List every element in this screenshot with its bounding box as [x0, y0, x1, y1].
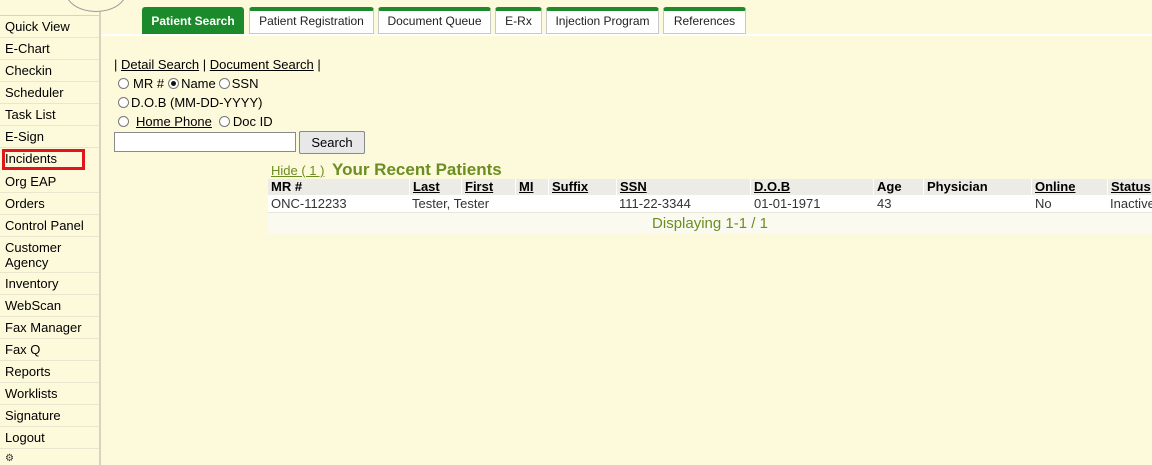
sidebar-item-orders[interactable]: Orders — [0, 193, 99, 215]
table-row[interactable]: ONC-112233 Tester, Tester 111-22-3344 01… — [268, 195, 1152, 212]
col-mr[interactable]: MR # — [268, 179, 409, 195]
radio-row-3: Home Phone Doc ID — [114, 112, 321, 131]
sidebar-item-e-sign[interactable]: E-Sign — [0, 126, 99, 148]
tab-bar-underline — [101, 34, 1152, 36]
recent-patients-header: Hide ( 1 ) Your Recent Patients — [268, 160, 1152, 179]
radio-home-phone[interactable] — [118, 116, 129, 127]
sidebar-item-customer-agency[interactable]: Customer Agency — [0, 237, 99, 273]
sidebar-item-fax-manager[interactable]: Fax Manager — [0, 317, 99, 339]
search-button[interactable]: Search — [299, 131, 365, 154]
cell-online: No — [1035, 196, 1052, 211]
col-suffix[interactable]: Suffix — [548, 179, 616, 195]
sidebar-item-signature[interactable]: Signature — [0, 405, 99, 427]
sidebar: Quick View E-Chart Checkin Scheduler Tas… — [0, 0, 127, 465]
gear-icon[interactable]: ⚙ — [5, 454, 14, 464]
radio-home-phone-label[interactable]: Home Phone — [136, 112, 212, 131]
col-age: Age — [873, 179, 923, 195]
sidebar-corner — [0, 0, 127, 16]
radio-mr[interactable] — [118, 78, 129, 89]
tab-patient-search[interactable]: Patient Search — [142, 7, 244, 34]
radio-row-1: MR # Name SSN — [114, 74, 321, 93]
sidebar-item-webscan[interactable]: WebScan — [0, 295, 99, 317]
corner-decoration — [65, 0, 127, 12]
hide-recent-link[interactable]: Hide ( 1 ) — [271, 163, 324, 178]
radio-doc-id[interactable] — [218, 116, 230, 127]
search-input[interactable] — [114, 132, 296, 152]
search-form: | Detail Search | Document Search | MR #… — [114, 56, 321, 131]
col-physician: Physician — [923, 179, 1031, 195]
sidebar-item-org-eap[interactable]: Org EAP — [0, 171, 99, 193]
separator: | — [317, 57, 321, 72]
radio-dob-label: D.O.B (MM-DD-YYYY) — [131, 95, 263, 110]
col-first[interactable]: First — [461, 179, 515, 195]
radio-doc-id-label: Doc ID — [232, 114, 273, 129]
radio-ssn[interactable] — [218, 78, 230, 89]
radio-dob[interactable] — [118, 97, 129, 108]
col-online[interactable]: Online — [1031, 179, 1107, 195]
recent-patients-table: MR # Last First MI Suffix SSN D.O.B Age … — [268, 179, 1152, 234]
cell-age: 43 — [877, 196, 892, 211]
sidebar-item-inventory[interactable]: Inventory — [0, 273, 99, 295]
cell-dob: 01-01-1971 — [754, 196, 821, 211]
col-dob[interactable]: D.O.B — [750, 179, 873, 195]
table-footer: Displaying 1-1 / 1 — [268, 212, 1152, 234]
document-search-link[interactable]: Document Search — [210, 57, 314, 72]
radio-row-2: D.O.B (MM-DD-YYYY) — [114, 93, 321, 112]
radio-name-label: Name — [181, 76, 216, 91]
cell-name: Tester, Tester — [412, 196, 490, 211]
sidebar-item-e-chart[interactable]: E-Chart — [0, 38, 99, 60]
separator: | — [202, 57, 207, 72]
recent-patients-panel: Hide ( 1 ) Your Recent Patients MR # Las… — [268, 160, 1152, 234]
col-status[interactable]: Status — [1107, 179, 1152, 195]
sidebar-item-incidents[interactable]: Incidents — [2, 149, 85, 170]
cell-ssn: 111-22-3344 — [619, 196, 691, 211]
separator: | — [114, 57, 118, 72]
radio-mr-label: MR # — [133, 76, 165, 91]
recent-patients-title: Your Recent Patients — [332, 160, 502, 179]
search-links: | Detail Search | Document Search | — [114, 56, 321, 74]
tab-references[interactable]: References — [663, 7, 746, 34]
sidebar-item-checkin[interactable]: Checkin — [0, 60, 99, 82]
sidebar-item-quick-view[interactable]: Quick View — [0, 16, 99, 38]
sidebar-item-task-list[interactable]: Task List — [0, 104, 99, 126]
sidebar-item-fax-q[interactable]: Fax Q — [0, 339, 99, 361]
detail-search-link[interactable]: Detail Search — [121, 57, 199, 72]
col-mi[interactable]: MI — [515, 179, 548, 195]
cell-mr: ONC-112233 — [271, 196, 347, 211]
radio-name[interactable] — [168, 78, 180, 89]
sidebar-item-worklists[interactable]: Worklists — [0, 383, 99, 405]
sidebar-item-logout[interactable]: Logout — [0, 427, 99, 449]
tab-document-queue[interactable]: Document Queue — [378, 7, 491, 34]
sidebar-item-scheduler[interactable]: Scheduler — [0, 82, 99, 104]
sidebar-item-control-panel[interactable]: Control Panel — [0, 215, 99, 237]
table-header: MR # Last First MI Suffix SSN D.O.B Age … — [268, 179, 1152, 195]
tab-e-rx[interactable]: E-Rx — [495, 7, 542, 34]
sidebar-item-reports[interactable]: Reports — [0, 361, 99, 383]
tab-patient-registration[interactable]: Patient Registration — [249, 7, 374, 34]
tab-injection-program[interactable]: Injection Program — [546, 7, 659, 34]
col-ssn[interactable]: SSN — [616, 179, 750, 195]
cell-status: Inactive — [1110, 196, 1152, 211]
col-last[interactable]: Last — [409, 179, 461, 195]
radio-ssn-label: SSN — [231, 76, 259, 91]
